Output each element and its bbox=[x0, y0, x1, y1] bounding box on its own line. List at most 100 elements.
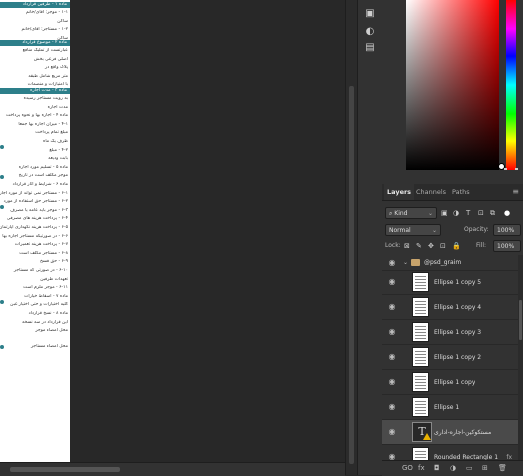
vertical-scroll-thumb[interactable] bbox=[349, 86, 354, 464]
blend-mode-value: Normal bbox=[389, 227, 411, 234]
tab-layers[interactable]: Layers bbox=[384, 184, 415, 200]
filter-smart-object-icon[interactable]: ⧉ bbox=[490, 207, 495, 219]
chevron-down-icon[interactable]: ⌄ bbox=[403, 255, 408, 270]
eye-icon[interactable]: ◉ bbox=[387, 277, 397, 287]
document-section-header: ماده ۱ - طرفین قرارداد bbox=[0, 2, 70, 8]
document-text-line: کلیه اختیارات و حتی اختیار غبن bbox=[10, 302, 68, 308]
filter-kind-select[interactable]: ⌕ Kind ⌄ bbox=[385, 207, 437, 219]
horizontal-scroll-thumb[interactable] bbox=[10, 467, 120, 472]
opacity-input[interactable]: 100% bbox=[493, 224, 521, 236]
document-text-line: ۶-۵ - پرداخت هزینه نگهداری آپارتمان bbox=[0, 225, 68, 230]
document-text-line: ۱-۱ - موجر: آقای/خانم bbox=[25, 10, 68, 15]
filter-shape-icon[interactable]: ⊡ bbox=[478, 207, 484, 219]
mask-icon[interactable]: ◘ bbox=[434, 461, 440, 476]
adjustments-icon[interactable]: ◐ bbox=[364, 26, 376, 38]
lock-artboard-icon[interactable]: ⊡ bbox=[440, 240, 446, 252]
document-text-line: این قرارداد در سه نسخه bbox=[22, 319, 68, 325]
lock-paint-icon[interactable]: ✎ bbox=[416, 240, 422, 252]
layer-thumbnail bbox=[412, 372, 429, 392]
filter-pixel-icon[interactable]: ▣ bbox=[441, 207, 448, 219]
document-text-line: ماده ۵ - تسلیم مورد اجاره bbox=[18, 164, 68, 170]
fx-icon[interactable]: fx bbox=[506, 445, 512, 460]
lock-all-icon[interactable]: 🔒 bbox=[452, 240, 461, 252]
document-text-line: عبارتست از تملیک منافع bbox=[22, 48, 68, 53]
trash-icon[interactable]: 🗑 bbox=[498, 461, 507, 476]
new-layer-icon[interactable]: ⊞ bbox=[482, 461, 488, 476]
tab-channels[interactable]: Channels bbox=[413, 184, 449, 200]
layers-panel-tabs: Layers Channels Paths ≡ bbox=[382, 184, 523, 201]
fill-label: Fill: bbox=[476, 242, 487, 249]
horizontal-scrollbar[interactable] bbox=[0, 462, 345, 476]
workspace-area[interactable] bbox=[70, 0, 345, 462]
folder-icon[interactable]: ▭ bbox=[466, 461, 473, 476]
document-text-line: ۶-۷ - پرداخت هزینه تعمیرات bbox=[14, 242, 68, 248]
document-text-line: مبلغ تمام پرداخت bbox=[35, 130, 68, 136]
document-text-line: با امتیازات و منضمات bbox=[27, 82, 68, 88]
document-canvas[interactable]: ماده ۱ - طرفین قرارداد ماده ۲ - موضوع قرا… bbox=[0, 0, 70, 462]
layer-row[interactable]: ◉ Rounded Rectangle 1 fx bbox=[382, 445, 518, 460]
layer-row[interactable]: ◉ T مستکوکین-اجاره-اداری bbox=[382, 420, 518, 445]
eye-icon[interactable]: ◉ bbox=[387, 258, 397, 268]
document-bullet bbox=[0, 300, 4, 304]
filter-type-icon[interactable]: T bbox=[466, 207, 470, 219]
layer-row[interactable]: ◉ Ellipse 1 copy 3 bbox=[382, 320, 518, 345]
document-text-line: ماده ۶ - شرایط و آثار قرارداد bbox=[12, 182, 68, 187]
thumbnail-content bbox=[415, 451, 426, 452]
layer-name: Ellipse 1 bbox=[434, 404, 460, 411]
link-icon[interactable]: GO bbox=[402, 461, 413, 476]
tab-paths[interactable]: Paths bbox=[449, 184, 473, 200]
filter-toggle-icon[interactable]: ● bbox=[504, 207, 510, 219]
layer-row[interactable]: ◉ Ellipse 1 copy bbox=[382, 370, 518, 395]
history-icon[interactable]: ▣ bbox=[364, 8, 376, 20]
eye-icon[interactable]: ◉ bbox=[387, 402, 397, 412]
document-text-line: ظرف یک ماه bbox=[42, 139, 68, 144]
fill-input[interactable]: 100% bbox=[493, 240, 521, 252]
thumbnail-content bbox=[415, 276, 426, 277]
eye-icon[interactable]: ◉ bbox=[387, 352, 397, 362]
hue-slider-marker[interactable] bbox=[504, 168, 518, 170]
layer-name: Rounded Rectangle 1 bbox=[434, 454, 499, 460]
eye-icon[interactable]: ◉ bbox=[387, 427, 397, 437]
lock-move-icon[interactable]: ✥ bbox=[428, 240, 434, 252]
document-bullet bbox=[0, 145, 4, 149]
document-section-title: ماده ۲ - موضوع قرارداد bbox=[22, 40, 67, 45]
document-text-line: ۶-۱۱ - موجر ملزم است bbox=[23, 285, 68, 291]
lock-transparent-icon[interactable]: ⊠ bbox=[404, 240, 410, 252]
eye-icon[interactable]: ◉ bbox=[387, 377, 397, 387]
document-text-line: محل امضاء موجر bbox=[35, 328, 68, 334]
panel-menu-icon[interactable]: ≡ bbox=[512, 187, 519, 197]
layer-group[interactable]: ◉ ⌄ @psd_graim bbox=[382, 255, 518, 271]
layer-thumbnail bbox=[412, 322, 429, 342]
document-text-line: اصلی فرعی بخش bbox=[33, 56, 68, 62]
eye-icon[interactable]: ◉ bbox=[387, 302, 397, 312]
fx-icon[interactable]: fx bbox=[418, 461, 425, 476]
hue-slider[interactable] bbox=[506, 0, 516, 170]
filter-adjustment-icon[interactable]: ◑ bbox=[453, 207, 459, 219]
color-picker-field[interactable] bbox=[406, 0, 499, 170]
collapsed-panel-strip: ▣ ◐ ▤ bbox=[357, 0, 383, 475]
layers-scroll-thumb[interactable] bbox=[519, 300, 522, 340]
document-text-line: ماده ۷ - اسقاط خیارات bbox=[24, 293, 68, 299]
document-bullet bbox=[0, 205, 4, 209]
filter-kind-value: Kind bbox=[394, 210, 408, 217]
document-text-line: ۶-۸ - مستاجر مکلف است bbox=[19, 250, 68, 256]
document-text-line: ۶-۲ - مستاجر حق استفاده از مورد bbox=[3, 199, 68, 205]
layer-row[interactable]: ◉ Ellipse 1 copy 4 bbox=[382, 295, 518, 320]
layer-thumbnail bbox=[412, 272, 429, 292]
document-text-line: ساکن bbox=[57, 18, 68, 24]
layer-name: Ellipse 1 copy 5 bbox=[434, 279, 482, 286]
layers-scrollbar[interactable] bbox=[518, 255, 523, 460]
layer-name: Ellipse 1 copy 4 bbox=[434, 304, 482, 311]
eye-icon[interactable]: ◉ bbox=[387, 452, 397, 460]
layer-row[interactable]: ◉ Ellipse 1 bbox=[382, 395, 518, 420]
thumbnail-content bbox=[415, 301, 426, 302]
document-text-line: ۶-۱ - مستاجر نمی تواند از مورد اجاره bbox=[0, 190, 68, 196]
layer-row[interactable]: ◉ Ellipse 1 copy 2 bbox=[382, 345, 518, 370]
thumbnail-content bbox=[415, 376, 426, 377]
adjustment-icon[interactable]: ◑ bbox=[450, 461, 456, 476]
eye-icon[interactable]: ◉ bbox=[387, 327, 397, 337]
blend-mode-select[interactable]: Normal ⌄ bbox=[385, 224, 441, 236]
layer-row[interactable]: ◉ Ellipse 1 copy 5 bbox=[382, 270, 518, 295]
document-section-header: ماده ۳ - مدت اجاره bbox=[0, 88, 70, 94]
properties-icon[interactable]: ▤ bbox=[364, 42, 376, 54]
